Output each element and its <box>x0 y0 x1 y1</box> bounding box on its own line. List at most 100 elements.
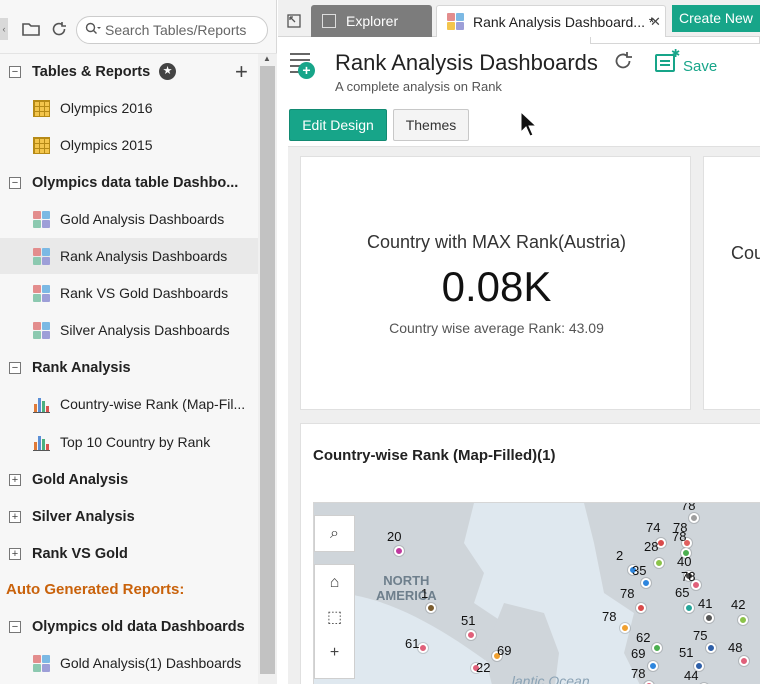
dashboard-add-icon[interactable]: + <box>290 50 316 80</box>
search-icon[interactable]: ⌕ <box>315 516 354 551</box>
map-marker[interactable] <box>739 656 749 666</box>
create-new-button[interactable]: Create New <box>672 5 760 32</box>
dashboard-icon <box>33 322 50 339</box>
sidebar-item-rank-analysis-dashboards[interactable]: Rank Analysis Dashboards <box>0 238 258 274</box>
collapse-toggle-icon[interactable]: − <box>9 621 21 633</box>
map-marker-label: 75 <box>693 628 708 643</box>
favorite-star-icon[interactable]: ★ <box>159 63 176 80</box>
map-marker[interactable] <box>738 615 748 625</box>
tab-rank-analysis[interactable]: Rank Analysis Dashboard... * ✕ <box>436 5 666 37</box>
expand-toggle-icon[interactable]: + <box>9 511 21 523</box>
zoom-in-icon[interactable]: + <box>315 635 354 670</box>
folder-label: Olympics data table Dashbo... <box>32 175 239 191</box>
home-icon[interactable]: ⌂ <box>315 565 354 600</box>
close-tab-icon[interactable]: ✕ <box>650 6 661 38</box>
map-marker[interactable] <box>426 603 436 613</box>
map-marker-label: 2 <box>616 548 624 563</box>
map-view[interactable]: ⌕ ⌂ ⬚ + NORTH AMERICA ..lantic Ocean 20 1 6… <box>313 502 760 684</box>
bar-chart-icon <box>33 396 50 413</box>
map-marker-label: 78 <box>631 666 646 681</box>
map-marker-label: 78 <box>620 586 635 601</box>
tab-bar: Explorer Rank Analysis Dashboard... * ✕ … <box>278 0 760 37</box>
collapse-toggle-icon[interactable]: − <box>9 66 21 78</box>
collapse-toggle-icon[interactable]: − <box>9 177 21 189</box>
sidebar-item-gold-analysis-dashboards[interactable]: Gold Analysis Dashboards <box>0 201 258 237</box>
sidebar-item-olympics-2015[interactable]: Olympics 2015 <box>0 127 258 163</box>
folder-rank-vs-gold[interactable]: + Rank VS Gold <box>0 536 258 572</box>
map-marker-label: 78 <box>681 569 696 584</box>
search-icon <box>85 22 101 39</box>
map-marker-label: 48 <box>728 640 743 655</box>
scroll-up-icon[interactable]: ▲ <box>263 54 271 63</box>
sidebar-item-label: Silver Analysis Dashboards <box>60 322 230 338</box>
map-marker-label: 78 <box>602 609 617 624</box>
folder-label: Rank Analysis <box>32 360 131 376</box>
map-widget[interactable]: Country-wise Rank (Map-Filled)(1) ⌕ ⌂ ⬚ … <box>300 423 760 684</box>
dashboard-canvas: Country with MAX Rank(Austria) 0.08K Cou… <box>288 146 760 684</box>
folder-label: Olympics old data Dashboards <box>32 619 245 635</box>
search-input[interactable] <box>105 21 263 39</box>
add-icon[interactable]: + <box>235 54 248 90</box>
search-box[interactable] <box>76 16 268 44</box>
map-marker-label: 78 <box>672 529 687 544</box>
save-icon[interactable]: ✱ <box>655 48 680 72</box>
heading-label: Auto Generated Reports: <box>6 581 185 598</box>
sidebar-item-country-wise-rank[interactable]: Country-wise Rank (Map-Fil... <box>0 386 258 422</box>
folder-olympics-old-data-dashboards[interactable]: − Olympics old data Dashboards <box>0 609 258 645</box>
map-marker[interactable] <box>636 603 646 613</box>
map-marker[interactable] <box>394 546 404 556</box>
map-marker[interactable] <box>466 630 476 640</box>
tab-explorer[interactable]: Explorer <box>311 5 432 37</box>
sidebar-item-top-10-country[interactable]: Top 10 Country by Rank <box>0 424 258 460</box>
sidebar-item-label: Rank Analysis Dashboards <box>60 248 228 264</box>
section-tables-reports[interactable]: − Tables & Reports ★ + <box>0 54 258 90</box>
folder-label: Silver Analysis <box>32 509 135 525</box>
kpi-widget-max-rank[interactable]: Country with MAX Rank(Austria) 0.08K Cou… <box>300 156 691 410</box>
maximize-icon[interactable] <box>287 14 301 28</box>
zoom-select-icon[interactable]: ⬚ <box>315 600 354 635</box>
page-title: Rank Analysis Dashboards <box>335 50 598 75</box>
sidebar-item-gold-analysis-1-dashboards[interactable]: Gold Analysis(1) Dashboards <box>0 645 258 681</box>
map-marker-label: 78 <box>681 502 696 513</box>
folder-rank-analysis[interactable]: − Rank Analysis <box>0 350 258 386</box>
map-marker[interactable] <box>652 643 662 653</box>
main-area: Explorer Rank Analysis Dashboard... * ✕ … <box>278 0 760 684</box>
collapse-toggle-icon[interactable]: − <box>9 362 21 374</box>
map-marker[interactable] <box>704 613 714 623</box>
sidebar-item-olympics-2016[interactable]: Olympics 2016 <box>0 90 258 126</box>
folder-silver-analysis[interactable]: + Silver Analysis <box>0 499 258 535</box>
folder-icon[interactable] <box>21 19 41 39</box>
scrollbar-thumb[interactable] <box>260 66 275 674</box>
folder-gold-analysis[interactable]: + Gold Analysis <box>0 462 258 498</box>
sidebar-item-label: Rank VS Gold Dashboards <box>60 285 229 301</box>
map-marker[interactable] <box>684 603 694 613</box>
expand-toggle-icon[interactable]: + <box>9 548 21 560</box>
map-marker[interactable] <box>620 623 630 633</box>
folder-olympics-data-table-dashboards[interactable]: − Olympics data table Dashbo... <box>0 165 258 201</box>
sidebar-item-rank-vs-gold-dashboards[interactable]: Rank VS Gold Dashboards <box>0 275 258 311</box>
tab-label: Explorer <box>346 13 399 29</box>
table-icon <box>33 100 50 117</box>
collapse-sidebar-icon[interactable]: ‹ <box>0 18 8 40</box>
map-nav-controls: ⌂ ⬚ + <box>314 564 355 679</box>
dashboard-icon <box>33 248 50 265</box>
refresh-icon[interactable] <box>612 50 634 78</box>
map-marker[interactable] <box>648 661 658 671</box>
sidebar-item-silver-analysis-dashboards[interactable]: Silver Analysis Dashboards <box>0 312 258 348</box>
themes-button[interactable]: Themes <box>393 109 469 141</box>
map-marker-label: 20 <box>387 529 402 544</box>
save-button[interactable]: Save <box>683 58 717 75</box>
map-marker[interactable] <box>654 558 664 568</box>
map-search-control[interactable]: ⌕ <box>314 515 355 552</box>
map-marker[interactable] <box>641 578 651 588</box>
map-marker[interactable] <box>418 643 428 653</box>
refresh-icon[interactable] <box>49 19 69 39</box>
folder-label: Gold Analysis <box>32 472 129 488</box>
expand-toggle-icon[interactable]: + <box>9 474 21 486</box>
dashboard-icon <box>447 13 464 30</box>
edit-design-button[interactable]: Edit Design <box>289 109 387 141</box>
sidebar-scrollbar[interactable]: ▲ <box>258 54 277 684</box>
kpi-widget-partial[interactable]: Cou <box>703 156 760 410</box>
map-marker[interactable] <box>689 513 699 523</box>
map-marker[interactable] <box>706 643 716 653</box>
